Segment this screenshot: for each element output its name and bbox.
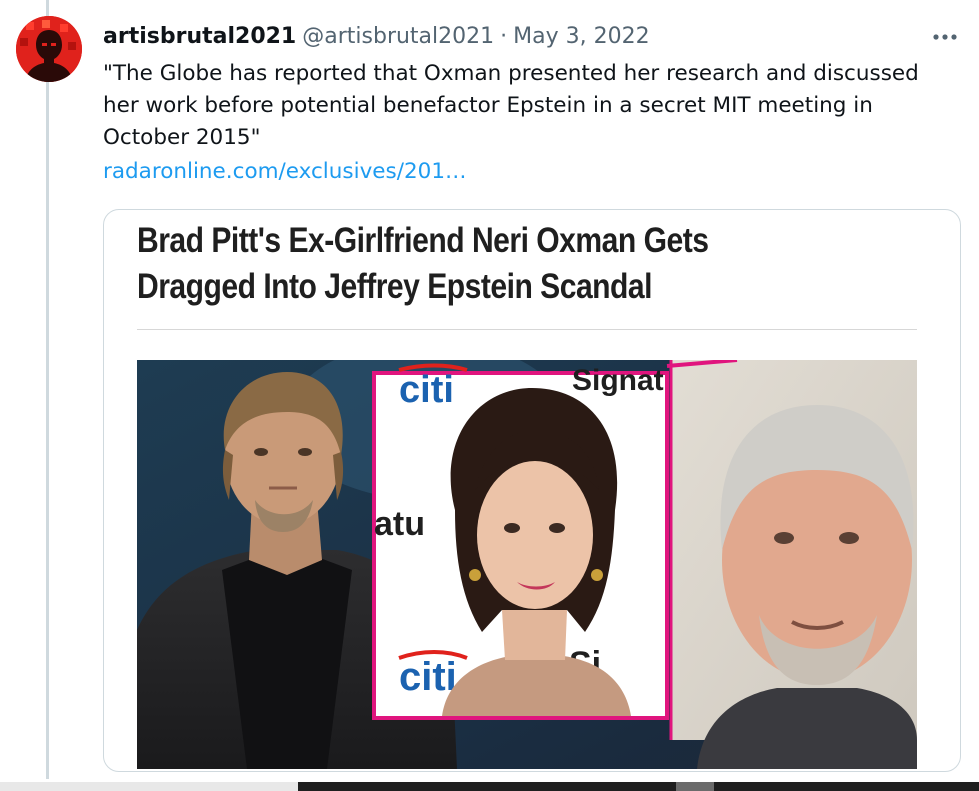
card-image[interactable]: citi Signat atu citi Si xyxy=(137,360,917,769)
more-horizontal-icon xyxy=(933,34,957,40)
card-headline-line-2: Dragged Into Jeffrey Epstein Scandal xyxy=(137,267,653,306)
right-panel xyxy=(666,360,917,769)
red-silhouette-avatar-icon xyxy=(16,16,82,82)
card-headline-line-1: Brad Pitt's Ex-Girlfriend Neri Oxman Get… xyxy=(137,221,709,260)
tweet-text: "The Globe has reported that Oxman prese… xyxy=(103,61,919,150)
author-avatar[interactable] xyxy=(16,16,82,82)
more-options-button[interactable] xyxy=(928,22,962,52)
header-separator: · xyxy=(500,24,508,49)
backdrop-text-atu: atu xyxy=(374,505,425,543)
author-handle[interactable]: @artisbrutal2021 xyxy=(302,22,494,52)
card-headline: Brad Pitt's Ex-Girlfriend Neri Oxman Get… xyxy=(137,218,897,310)
link-preview-card[interactable]: Brad Pitt's Ex-Girlfriend Neri Oxman Get… xyxy=(103,209,961,772)
backdrop-text-citi-bottom: citi xyxy=(399,655,457,699)
middle-panel: citi Signat atu citi Si xyxy=(372,363,669,720)
card-divider xyxy=(137,329,917,330)
tweet-link[interactable]: radaronline.com/exclusives/201… xyxy=(103,156,467,188)
author-display-name[interactable]: artisbrutal2021 xyxy=(103,22,296,52)
bottom-taskbar-strip xyxy=(0,779,979,791)
tweet-date[interactable]: May 3, 2022 xyxy=(513,22,649,52)
taskbar-strip-graphic xyxy=(0,782,979,791)
tweet-header: artisbrutal2021 @artisbrutal2021 · May 3… xyxy=(103,22,650,52)
collage-image: citi Signat atu citi Si xyxy=(137,360,917,769)
backdrop-text-signat: Signat xyxy=(572,364,664,397)
backdrop-text-citi-top: citi xyxy=(399,369,454,411)
tweet-page: artisbrutal2021 @artisbrutal2021 · May 3… xyxy=(0,0,979,791)
thread-connector-line xyxy=(46,0,49,779)
